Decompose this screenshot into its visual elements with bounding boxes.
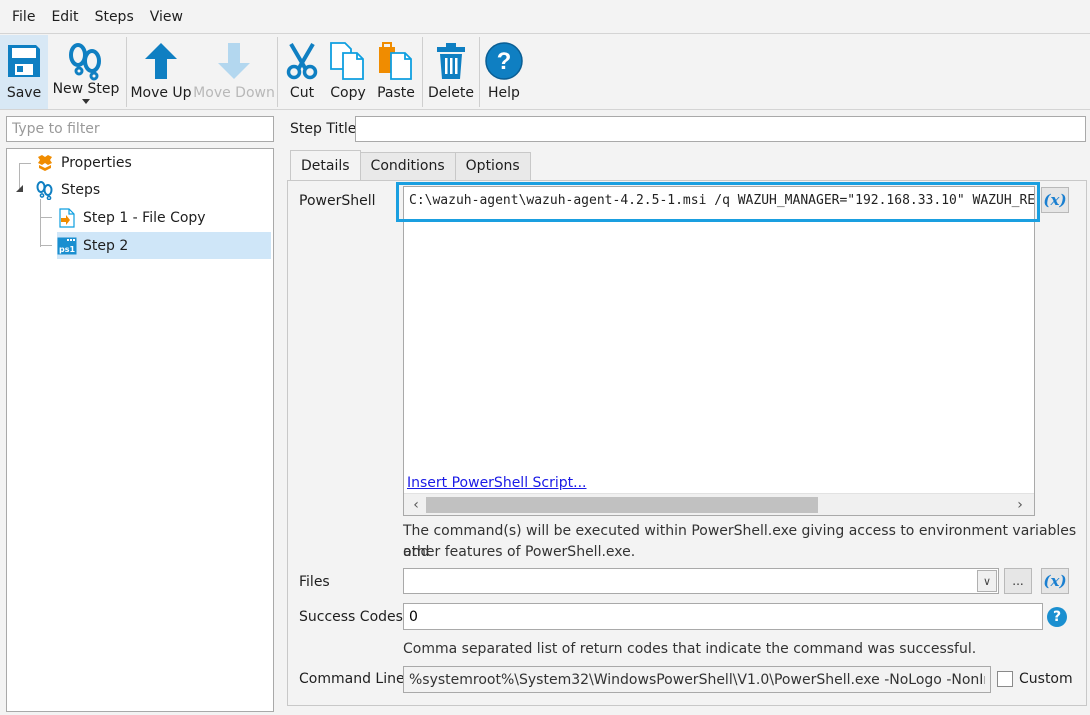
- new-step-button[interactable]: New Step: [48, 35, 124, 109]
- chevron-down-icon[interactable]: ∨: [977, 570, 997, 592]
- tab-options[interactable]: Options: [454, 152, 531, 180]
- insert-variable-button[interactable]: (x): [1041, 187, 1069, 213]
- tree-connector: [40, 199, 50, 247]
- svg-text:ps1: ps1: [59, 245, 75, 254]
- help-button[interactable]: ? Help: [482, 35, 526, 109]
- scroll-left-icon[interactable]: ‹: [406, 494, 426, 516]
- arrow-down-icon: [214, 41, 254, 81]
- powershell-editor[interactable]: [403, 186, 1035, 516]
- copy-label: Copy: [330, 85, 366, 101]
- tree-item-label: Step 2: [83, 237, 129, 254]
- properties-box-icon: [35, 153, 55, 173]
- file-copy-icon: [57, 207, 77, 228]
- files-variable-button[interactable]: (x): [1041, 568, 1069, 594]
- command-line-input[interactable]: [403, 666, 991, 693]
- arrow-up-icon: [141, 41, 181, 81]
- move-up-button[interactable]: Move Up: [129, 35, 193, 109]
- tree-item-label: Steps: [61, 181, 101, 198]
- copy-icon: [328, 41, 368, 81]
- cut-button[interactable]: Cut: [280, 35, 324, 109]
- toolbar-separator: [479, 37, 480, 107]
- scrollbar-thumb[interactable]: [426, 497, 818, 513]
- toolbar: Save New Step Move Up Move Down Cut Copy…: [0, 35, 1090, 110]
- save-label: Save: [6, 85, 42, 101]
- tree-item-step-2[interactable]: ps1 Step 2: [57, 232, 271, 259]
- step-title-input[interactable]: [355, 116, 1086, 142]
- collapse-triangle-icon[interactable]: [16, 185, 23, 192]
- menu-view[interactable]: View: [142, 0, 191, 34]
- powershell-hint-line2: other features of PowerShell.exe.: [403, 544, 636, 560]
- cut-label: Cut: [289, 85, 315, 101]
- save-button[interactable]: Save: [0, 35, 48, 109]
- paste-button[interactable]: Paste: [372, 35, 420, 109]
- insert-powershell-script-link[interactable]: Insert PowerShell Script...: [407, 475, 587, 491]
- browse-button[interactable]: ...: [1004, 568, 1032, 594]
- ps1-script-icon: ps1: [57, 236, 77, 256]
- toolbar-separator: [422, 37, 423, 107]
- help-label: Help: [488, 85, 520, 101]
- save-icon: [4, 41, 44, 81]
- help-icon: ?: [484, 41, 524, 81]
- toolbar-separator: [277, 37, 278, 107]
- tree-connector: [40, 217, 52, 218]
- delete-button[interactable]: Delete: [425, 35, 477, 109]
- tab-conditions[interactable]: Conditions: [359, 152, 456, 180]
- help-icon[interactable]: ?: [1047, 607, 1067, 627]
- command-line-label: Command Line: [299, 671, 405, 687]
- custom-checkbox[interactable]: [997, 671, 1013, 687]
- tree-item-label: Step 1 - File Copy: [83, 209, 206, 226]
- powershell-script-text[interactable]: C:\wazuh-agent\wazuh-agent-4.2.5-1.msi /…: [409, 190, 1034, 212]
- scissors-icon: [282, 41, 322, 81]
- copy-button[interactable]: Copy: [324, 35, 372, 109]
- tree-connector: [40, 245, 52, 246]
- tree-item-properties[interactable]: Properties: [35, 149, 271, 176]
- menu-file[interactable]: File: [4, 0, 43, 34]
- menu-bar: File Edit Steps View: [0, 0, 1090, 34]
- tab-details[interactable]: Details: [290, 150, 361, 180]
- toolbar-separator: [126, 37, 127, 107]
- success-codes-input[interactable]: [403, 603, 1043, 630]
- svg-text:?: ?: [497, 48, 512, 75]
- filter-input[interactable]: [6, 116, 274, 142]
- files-label: Files: [299, 574, 330, 590]
- menu-edit[interactable]: Edit: [43, 0, 86, 34]
- paste-label: Paste: [377, 85, 415, 101]
- horizontal-scrollbar[interactable]: ‹ ›: [404, 493, 1034, 515]
- powershell-label: PowerShell: [299, 193, 376, 209]
- tab-bar: Details Conditions Options: [290, 150, 531, 180]
- step-title-label: Step Title: [290, 121, 357, 137]
- move-down-button[interactable]: Move Down: [193, 35, 275, 109]
- success-codes-hint: Comma separated list of return codes tha…: [403, 641, 977, 657]
- dropdown-caret-icon[interactable]: [82, 99, 90, 104]
- files-combobox[interactable]: [403, 568, 999, 594]
- new-step-label: New Step: [52, 81, 120, 97]
- move-down-label: Move Down: [193, 85, 275, 101]
- scroll-right-icon[interactable]: ›: [1010, 494, 1030, 516]
- footsteps-icon: [66, 41, 106, 81]
- custom-label: Custom: [1019, 671, 1073, 687]
- delete-label: Delete: [428, 85, 474, 101]
- menu-steps[interactable]: Steps: [87, 0, 142, 34]
- tree-item-label: Properties: [61, 154, 132, 171]
- tree-item-steps[interactable]: Steps: [35, 176, 271, 203]
- trash-icon: [431, 41, 471, 81]
- paste-icon: [376, 41, 416, 81]
- step-tree: Properties Steps Step 1 - File Copy ps1 …: [6, 148, 274, 712]
- tree-item-step-1[interactable]: Step 1 - File Copy: [57, 204, 271, 231]
- footsteps-icon: [35, 180, 55, 200]
- success-codes-label: Success Codes: [299, 609, 403, 625]
- move-up-label: Move Up: [130, 85, 192, 101]
